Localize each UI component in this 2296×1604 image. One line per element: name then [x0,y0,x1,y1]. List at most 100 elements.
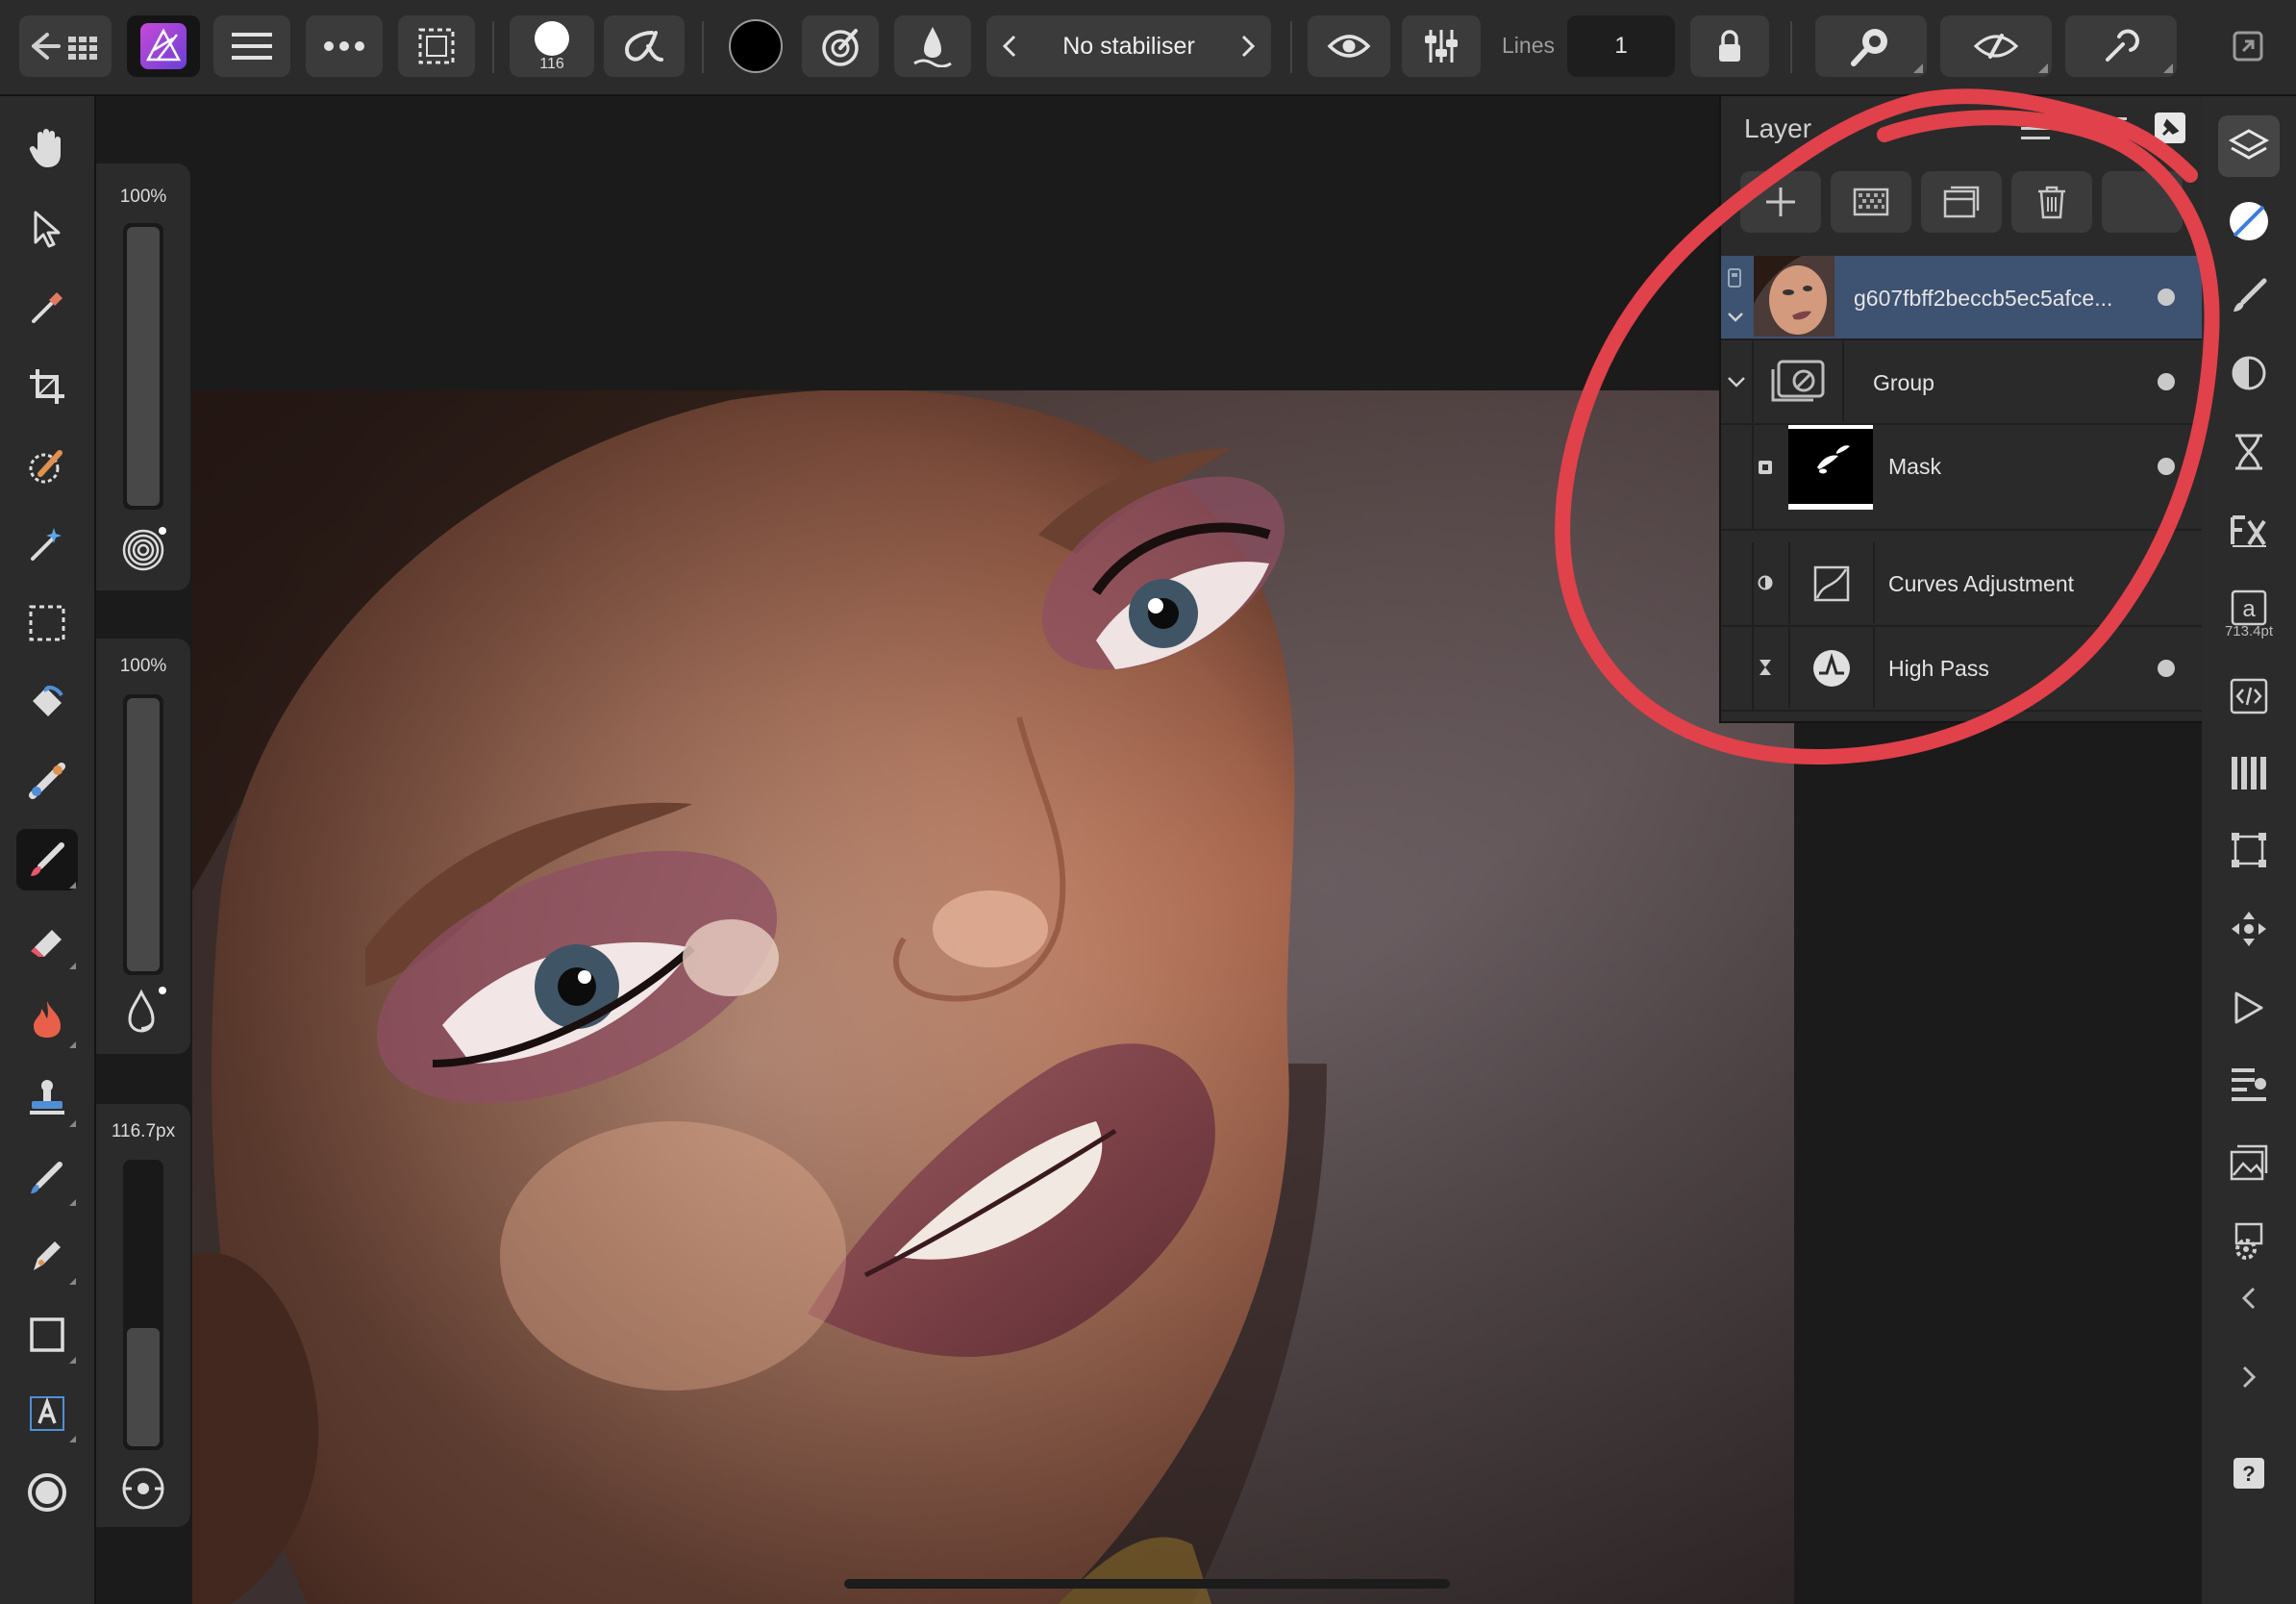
text-size-value: 713.4pt [2224,623,2274,639]
layer-row-highpass[interactable]: High Pass [1721,627,2202,712]
macro-studio-button[interactable] [2218,665,2280,727]
view-tool[interactable] [16,117,78,179]
menu-button[interactable] [213,15,290,77]
channels-studio-button[interactable] [2218,742,2280,804]
flow-slider[interactable] [123,694,163,975]
adjustment-sliders-icon [1425,30,1458,63]
paint-brush-tool[interactable] [16,829,78,890]
zoom-button[interactable] [1815,15,1927,77]
image-stack-icon [2230,1144,2268,1181]
lock-button[interactable] [1690,15,1769,77]
opacity-value: 100% [119,187,167,207]
expand-studio-button[interactable] [2218,1346,2280,1408]
erase-brush-tool[interactable] [16,910,78,971]
delete-layer-button[interactable] [2011,171,2092,233]
flood-select-tool[interactable] [16,514,78,575]
filters-studio-button[interactable] [2218,421,2280,483]
persona-switcher-button[interactable] [127,15,200,77]
visibility-toggle[interactable] [2158,288,2175,306]
color-studio-button[interactable] [2218,190,2280,252]
lines-value-field[interactable]: 1 [1567,15,1675,77]
layer-options-icon[interactable] [2021,115,2050,142]
curves-icon [1813,565,1850,602]
flow-droplet-icon[interactable] [118,983,168,1040]
brush-size-button[interactable]: 116 [510,15,594,77]
rectangle-tool[interactable] [16,1304,78,1366]
add-mask-button[interactable] [1831,171,1911,233]
chevron-down-icon[interactable] [1727,312,1744,323]
brush-size-value: 116 [539,56,564,72]
chevron-down-icon[interactable] [1727,376,1746,389]
group-layers-button[interactable] [1921,171,2002,233]
lock-icon [1719,30,1740,62]
layer-row-mask[interactable]: Mask [1721,425,2202,531]
color-wheel-button[interactable] [16,1462,78,1523]
layer-row-curves[interactable]: Curves Adjustment [1721,542,2202,627]
settings-studio-button[interactable] [2218,1212,2280,1273]
stock-studio-button[interactable] [2218,1133,2280,1194]
mask-thumbnail [1788,425,1873,510]
move-tool[interactable] [16,198,78,260]
assistant-button[interactable] [2065,15,2177,77]
text-tool[interactable] [16,1383,78,1444]
collapse-studio-button[interactable] [2218,1267,2280,1329]
flow-slider-panel: 100% [96,639,190,1054]
layer-extra-button[interactable] [2102,171,2183,233]
brush-opacity-button[interactable] [604,15,685,77]
view-options-button[interactable] [1308,15,1390,77]
adjustments-studio-button[interactable] [2218,342,2280,404]
photo-persona-icon [140,23,187,69]
color-picker-tool[interactable] [16,277,78,338]
transform-studio-button[interactable] [2218,819,2280,881]
corner-indicator [69,1199,76,1206]
effects-studio-button[interactable] [2218,500,2280,562]
help-button[interactable]: ? [2218,1442,2280,1504]
opacity-spiral-icon[interactable] [118,525,168,575]
opacity-slider[interactable] [123,223,163,510]
gradient-tool[interactable] [16,750,78,812]
healing-brush-icon [31,1162,62,1193]
marquee-tool[interactable] [16,592,78,654]
document-canvas[interactable] [192,390,1794,1604]
quick-mask-button[interactable] [1940,15,2052,77]
brush-adjustments-button[interactable] [1402,15,1481,77]
burn-brush-tool[interactable] [16,989,78,1050]
pen-tool[interactable] [16,1225,78,1287]
visibility-toggle[interactable] [2158,373,2175,390]
layers-studio-button[interactable] [2218,115,2280,177]
flood-fill-tool[interactable] [16,671,78,733]
corner-indicator [69,1120,76,1127]
chevron-right-icon[interactable] [1240,34,1256,59]
fullscreen-toggle-button[interactable] [2211,15,2284,77]
play-icon [2234,991,2263,1024]
history-studio-button[interactable] [2218,977,2280,1039]
chevron-left-icon[interactable] [1002,34,1017,59]
pen-nib-icon [34,1241,61,1270]
pin-panel-icon[interactable] [2154,112,2186,144]
stabiliser-selector[interactable]: No stabiliser [986,15,1271,77]
navigator-studio-button[interactable] [2218,898,2280,960]
visibility-toggle[interactable] [2158,660,2175,677]
protect-alpha-button[interactable] [894,15,971,77]
layer-row-pixel[interactable]: g607fbff2beccb5ec5afce... [1721,256,2202,340]
brushes-studio-button[interactable] [2218,265,2280,327]
pressure-icon[interactable] [118,1464,168,1514]
visibility-toggle[interactable] [2158,458,2175,475]
color-swatch-button[interactable] [717,15,794,77]
history-list-studio-button[interactable] [2218,1054,2280,1115]
crop-tool[interactable] [16,356,78,417]
fx-icon [2231,515,2266,547]
layer-row-group[interactable]: Group [1721,340,2202,425]
corner-indicator [1913,63,1923,73]
more-options-button[interactable] [306,15,383,77]
top-toolbar: 116 No stabiliser Lines 1 [0,0,2296,96]
back-to-documents-button[interactable] [19,15,112,77]
hamburger-icon[interactable] [2096,115,2127,142]
wet-edges-button[interactable] [802,15,879,77]
width-slider[interactable] [123,1160,163,1450]
inpainting-brush-tool[interactable] [16,1146,78,1208]
clone-brush-tool[interactable] [16,1067,78,1129]
add-layer-button[interactable] [1740,171,1821,233]
selection-button[interactable] [398,15,475,77]
selection-brush-tool[interactable] [16,435,78,496]
